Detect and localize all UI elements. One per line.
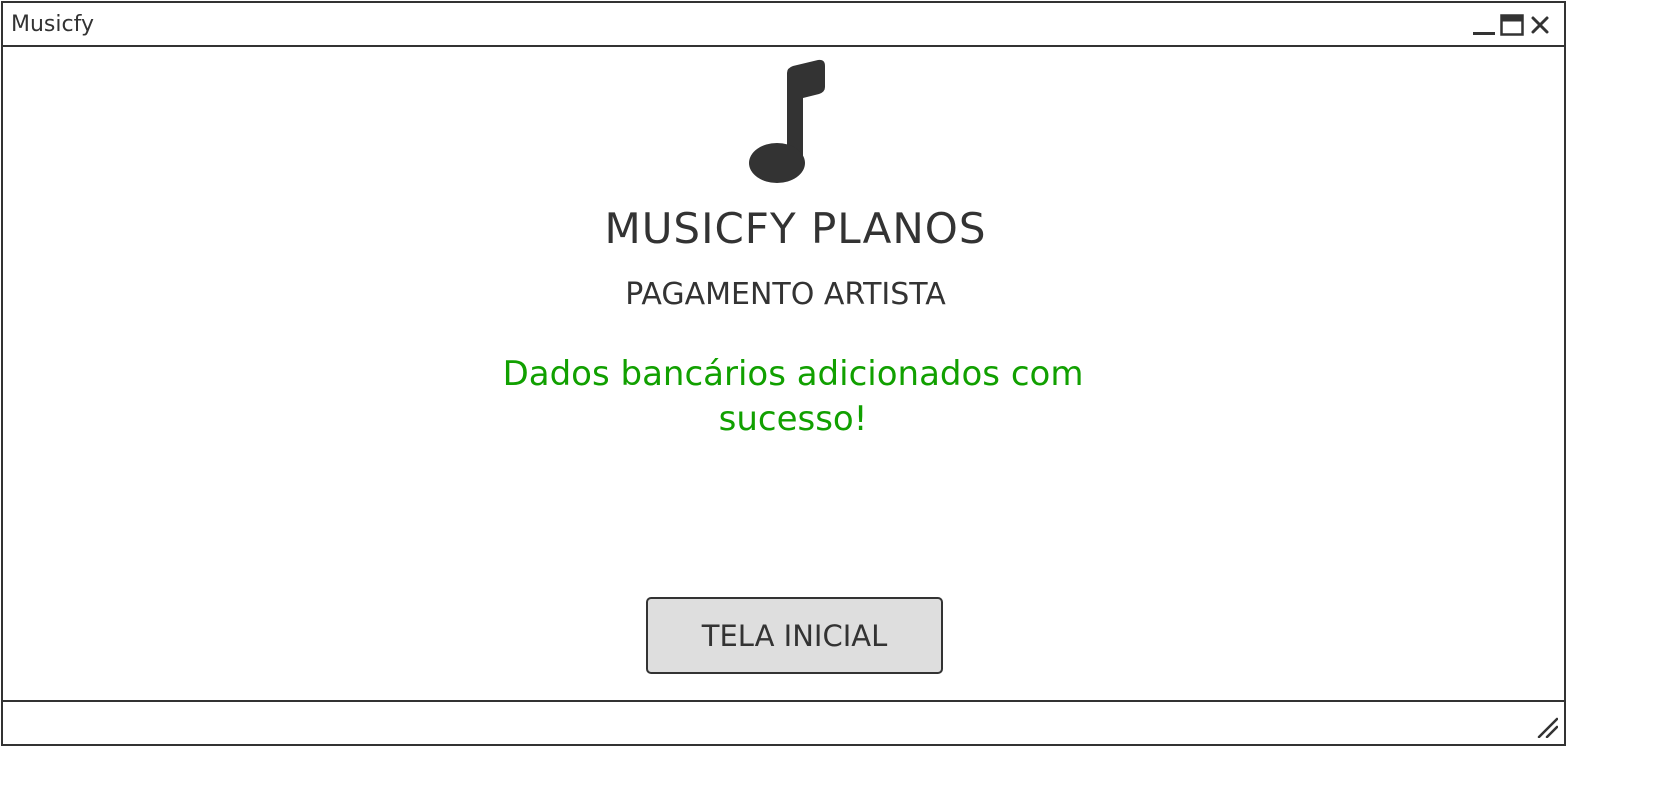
music-note-icon xyxy=(749,59,825,183)
success-message: Dados bancários adicionados com sucesso! xyxy=(502,354,1084,439)
title-bar[interactable]: Musicfy xyxy=(3,3,1564,47)
app-window: Musicfy MUSICFY PLANOS PAGAMENTO ARTISTA… xyxy=(1,1,1566,746)
main-content: MUSICFY PLANOS PAGAMENTO ARTISTA Dados b… xyxy=(3,47,1564,700)
minimize-button[interactable] xyxy=(1472,13,1496,37)
window-title: Musicfy xyxy=(11,12,94,37)
resize-grip-icon[interactable] xyxy=(1536,716,1558,738)
page-title: MUSICFY PLANOS xyxy=(604,204,987,253)
close-button[interactable] xyxy=(1528,13,1552,37)
status-bar xyxy=(3,700,1564,744)
maximize-button[interactable] xyxy=(1500,13,1524,37)
maximize-icon xyxy=(1500,14,1524,36)
close-icon xyxy=(1531,16,1549,34)
minimize-icon xyxy=(1473,32,1495,35)
home-button[interactable]: TELA INICIAL xyxy=(646,597,943,674)
page-subtitle: PAGAMENTO ARTISTA xyxy=(625,277,946,312)
